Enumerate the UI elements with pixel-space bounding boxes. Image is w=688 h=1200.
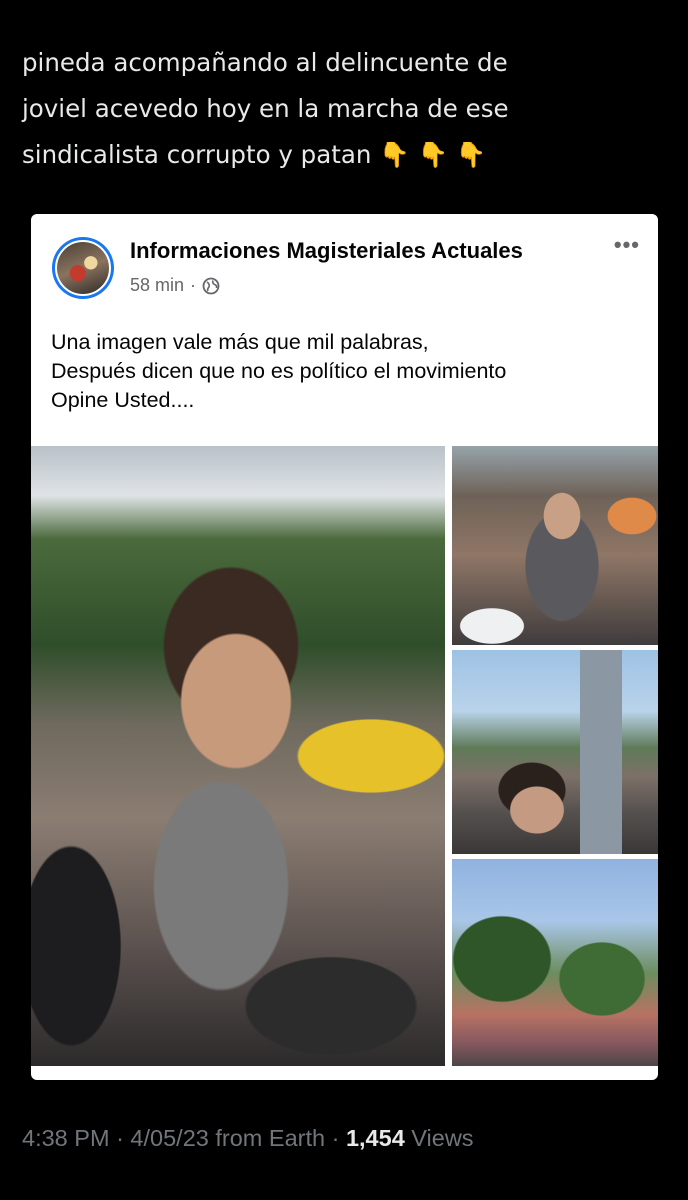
more-horizontal-icon: ••• [613,232,640,257]
tweet-text-segment: sindicalista corrupto y patan [22,140,372,169]
tweet-date: 4/05/23 [130,1125,209,1151]
tweet-text-line: pineda acompañando al delincuente de [22,48,508,77]
page-avatar [52,237,114,299]
views-label: Views [411,1125,474,1151]
post-photo-bottom-right [452,859,658,1066]
post-meta: 58 min · [130,275,220,296]
meta-separator: · [331,1125,340,1151]
pointing-down-emoji: 👇 👇 👇 [379,140,487,169]
post-text-line: Una imagen vale más que mil palabras, [51,330,429,354]
meta-separator: · [116,1125,124,1151]
globe-icon [202,277,220,295]
page-name: Informaciones Magisteriales Actuales [130,238,523,263]
post-photo-middle-right [452,650,658,854]
tweet-text-line: joviel acevedo hoy en la marcha de ese [22,94,509,123]
meta-separator: · [190,275,197,295]
post-time: 58 min [130,275,185,295]
post-photo-top-right [452,446,658,645]
embedded-facebook-post-screenshot[interactable]: Informaciones Magisteriales Actuales 58 … [31,214,658,1080]
tweet-time: 4:38 PM [22,1125,110,1151]
tweet-text-line: sindicalista corrupto y patan 👇 👇 👇 [22,132,662,178]
post-text-line: Después dicen que no es político el movi… [51,359,507,383]
post-photo-main [31,446,445,1066]
views-count: 1,454 [345,1125,405,1151]
tweet-source: from Earth [215,1125,326,1151]
post-text-line: Opine Usted.... [51,388,195,412]
tweet-meta: 4:38 PM · 4/05/23 from Earth · 1,454 Vie… [22,1125,474,1152]
tweet-text: pineda acompañando al delincuente de jov… [22,40,662,178]
post-text: Una imagen vale más que mil palabras, De… [51,328,641,415]
